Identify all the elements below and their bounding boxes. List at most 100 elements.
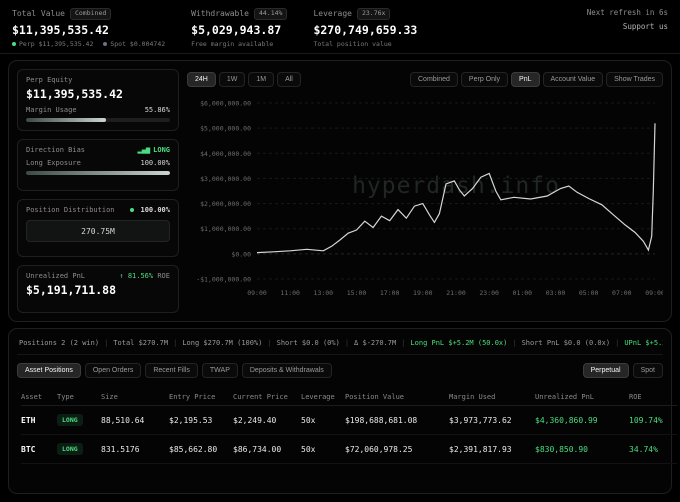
total-value-amount: $11,395,535.42: [12, 22, 109, 37]
y-axis-tick-label: $2,000,000.00: [200, 200, 251, 208]
range-button-1w[interactable]: 1W: [218, 71, 246, 87]
cell-current-price: $2,249.40: [233, 406, 301, 435]
col-header-size[interactable]: Size: [101, 388, 169, 406]
spot-balance-text: Spot $0.004742: [110, 39, 166, 48]
position-distribution-pct: 100.00%: [130, 206, 170, 214]
pnl-chart-area[interactable]: hyperdash.info $6,000,000.00 $5,000,000.0…: [187, 93, 663, 313]
cell-size: 88,510.64: [101, 406, 169, 435]
roe-suffix: ROE: [157, 272, 170, 280]
y-axis-tick-label: -$1,000,000.00: [196, 276, 251, 284]
range-button-1m[interactable]: 1M: [248, 71, 275, 87]
perp-spot-breakdown: Perp $11,395,535.42 Spot $0.004742: [12, 40, 165, 48]
x-axis-tick-label: 09:00: [645, 289, 663, 297]
col-header-position-value[interactable]: Position Value: [345, 388, 449, 406]
cell-entry-price: $85,662.80: [169, 435, 233, 464]
x-axis-tick-label: 19:00: [413, 289, 433, 297]
x-axis-tick-label: 21:00: [446, 289, 466, 297]
total-value-stat: Total Value Combined $11,395,535.42 Perp…: [12, 8, 165, 48]
long-badge: LONG: [57, 443, 83, 455]
direction-bias-label: Direction Bias: [26, 146, 86, 154]
cell-asset[interactable]: BTC: [21, 435, 57, 464]
cell-position-value: $72,060,978.25: [345, 435, 449, 464]
positions-summary-segment: Δ $-270.7M: [354, 339, 397, 347]
col-header-entry-price[interactable]: Entry Price: [169, 388, 233, 406]
range-button-24h[interactable]: 24H: [187, 71, 216, 87]
summary-separator: |: [401, 339, 406, 347]
distribution-bucket[interactable]: 270.75M: [26, 220, 170, 242]
topbar-right: Next refresh in 6s Support us: [587, 8, 668, 31]
combined-badge[interactable]: Combined: [69, 8, 112, 20]
cell-unrealized-pnl: $4,360,860.99: [535, 406, 629, 435]
y-axis-tick-label: $5,000,000.00: [200, 125, 251, 133]
summary-separator: |: [512, 339, 517, 347]
leverage-multiple-badge: 23.76x: [356, 8, 391, 20]
long-badge: LONG: [57, 414, 83, 426]
top-stats-bar: Total Value Combined $11,395,535.42 Perp…: [0, 0, 680, 54]
mode-button-combined[interactable]: Combined: [410, 71, 458, 87]
position-distribution-label: Position Distribution: [26, 206, 115, 214]
x-axis-tick-label: 03:00: [546, 289, 566, 297]
leverage-label: Leverage: [313, 9, 352, 19]
tab-twap[interactable]: TWAP: [201, 363, 238, 378]
pnl-line-series: [256, 123, 656, 254]
mode-button-show-trades[interactable]: Show Trades: [606, 71, 663, 87]
perp-balance: Perp $11,395,535.42: [12, 40, 93, 48]
x-axis-tick-label: 11:00: [280, 289, 300, 297]
x-axis-tick-label: 13:00: [314, 289, 334, 297]
leverage-amount: $270,749,659.33: [313, 22, 418, 37]
tab-asset-positions[interactable]: Asset Positions: [17, 363, 81, 378]
position-distribution-card: Position Distribution 100.00% 270.75M: [17, 199, 179, 257]
mode-button-pnl[interactable]: PnL: [511, 71, 540, 87]
positions-summary-segment: Positions 2 (2 win): [19, 339, 100, 347]
long-exposure-bar-fill: [26, 171, 170, 175]
cell-unrealized-pnl: $830,850.90: [535, 435, 629, 464]
summary-separator: |: [173, 339, 178, 347]
spot-dot-icon: [103, 41, 108, 46]
x-axis-tick-label: 15:00: [347, 289, 367, 297]
spot-balance: Spot $0.004742: [103, 40, 165, 48]
unrealized-pnl-label: Unrealized PnL: [26, 272, 86, 280]
long-exposure-value: 100.00%: [140, 159, 170, 167]
tab-recent-fills[interactable]: Recent Fills: [145, 363, 198, 378]
unrealized-pnl-card: Unrealized PnL ↑ 81.56% ROE $5,191,711.8…: [17, 265, 179, 313]
long-exposure-label: Long Exposure: [26, 159, 81, 167]
direction-bias-text: LONG: [153, 146, 170, 154]
col-header-unrealized-pnl[interactable]: Unrealized PnL: [535, 388, 629, 406]
x-axis-tick-label: 05:00: [579, 289, 599, 297]
tab-deposits-withdrawals[interactable]: Deposits & Withdrawals: [241, 363, 332, 378]
col-header-type[interactable]: Type: [57, 388, 101, 406]
col-header-margin-used[interactable]: Margin Used: [449, 388, 535, 406]
positions-summary-segment: Total $270.7M: [113, 339, 169, 347]
toggle-spot[interactable]: Spot: [632, 363, 663, 378]
toggle-perpetual[interactable]: Perpetual: [582, 363, 629, 378]
positions-summary-segment: UPnL $+5.2M (100% win): [624, 339, 663, 347]
chart-controls: 24H 1W 1M All Combined Perp Only PnL Acc…: [187, 69, 663, 89]
range-button-all[interactable]: All: [277, 71, 301, 87]
col-header-asset[interactable]: Asset: [21, 388, 57, 406]
summary-separator: |: [104, 339, 109, 347]
support-us-link[interactable]: Support us: [587, 22, 668, 31]
col-header-leverage[interactable]: Leverage: [301, 388, 345, 406]
tab-open-orders[interactable]: Open Orders: [84, 363, 142, 378]
leverage-stat: Leverage 23.76x $270,749,659.33 Total po…: [313, 8, 417, 48]
y-axis-tick-label: $0.00: [231, 250, 251, 258]
perp-equity-label: Perp Equity: [26, 76, 73, 84]
col-header-current-price[interactable]: Current Price: [233, 388, 301, 406]
next-refresh-countdown: Next refresh in 6s: [586, 8, 668, 17]
cell-margin-used: $2,391,817.93: [449, 435, 535, 464]
margin-usage-label: Margin Usage: [26, 106, 77, 114]
col-header-roe[interactable]: ROE: [629, 388, 677, 406]
cell-position-value: $198,688,681.08: [345, 406, 449, 435]
withdrawable-amount: $5,029,943.87: [191, 22, 282, 37]
market-toggle-group: Perpetual Spot: [582, 363, 663, 378]
leverage-sub: Total position value: [313, 39, 392, 48]
mode-button-perp-only[interactable]: Perp Only: [460, 71, 509, 87]
roe-summary: ↑ 81.56% ROE: [119, 272, 170, 280]
cell-asset[interactable]: ETH: [21, 406, 57, 435]
roe-value: 81.56%: [127, 272, 154, 280]
distribution-pct-text: 100.00%: [140, 206, 170, 214]
summary-separator: |: [344, 339, 350, 347]
mode-button-account-value[interactable]: Account Value: [542, 71, 604, 87]
x-axis-tick-label: 07:00: [612, 289, 632, 297]
pnl-line-chart[interactable]: $6,000,000.00 $5,000,000.00 $4,000,000.00 $…: [187, 93, 663, 307]
